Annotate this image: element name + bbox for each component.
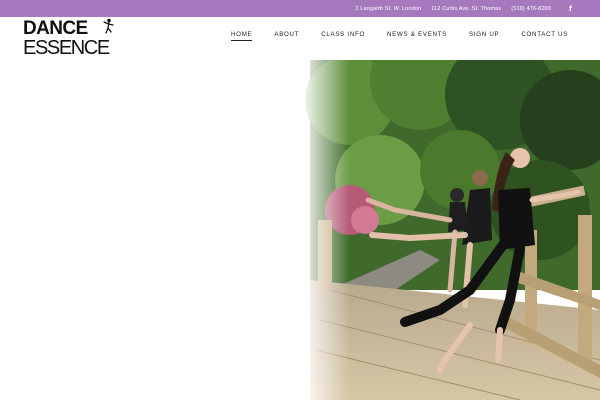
address-st-thomas[interactable]: 112 Curtis Ave. St. Thomas (431, 6, 501, 12)
address-london[interactable]: 2 Langarth St. W. London (355, 6, 421, 12)
facebook-icon[interactable]: f (569, 5, 572, 13)
nav-contact-us[interactable]: CONTACT US (521, 31, 568, 41)
logo-line-1: DANCE (23, 18, 88, 39)
dancers-at-barre-photo (300, 60, 600, 400)
hero-banner (0, 60, 600, 400)
site-header: DANCE ESSENCE HOME ABOUT CLASS INFO NEWS… (0, 17, 600, 60)
phone-number[interactable]: (519) 476-8200 (511, 6, 551, 12)
nav-class-info[interactable]: CLASS INFO (321, 31, 365, 41)
main-navigation: HOME ABOUT CLASS INFO NEWS & EVENTS SIGN… (209, 31, 568, 41)
dancer-silhouette-icon (103, 18, 114, 34)
nav-sign-up[interactable]: SIGN UP (469, 31, 499, 41)
nav-news-events[interactable]: NEWS & EVENTS (387, 31, 447, 41)
dance-essence-logo[interactable]: DANCE ESSENCE (23, 18, 115, 59)
logo-line-2: ESSENCE (23, 37, 110, 59)
nav-home[interactable]: HOME (231, 31, 253, 41)
nav-about[interactable]: ABOUT (274, 31, 299, 41)
top-info-bar: 2 Langarth St. W. London 112 Curtis Ave.… (0, 0, 600, 17)
